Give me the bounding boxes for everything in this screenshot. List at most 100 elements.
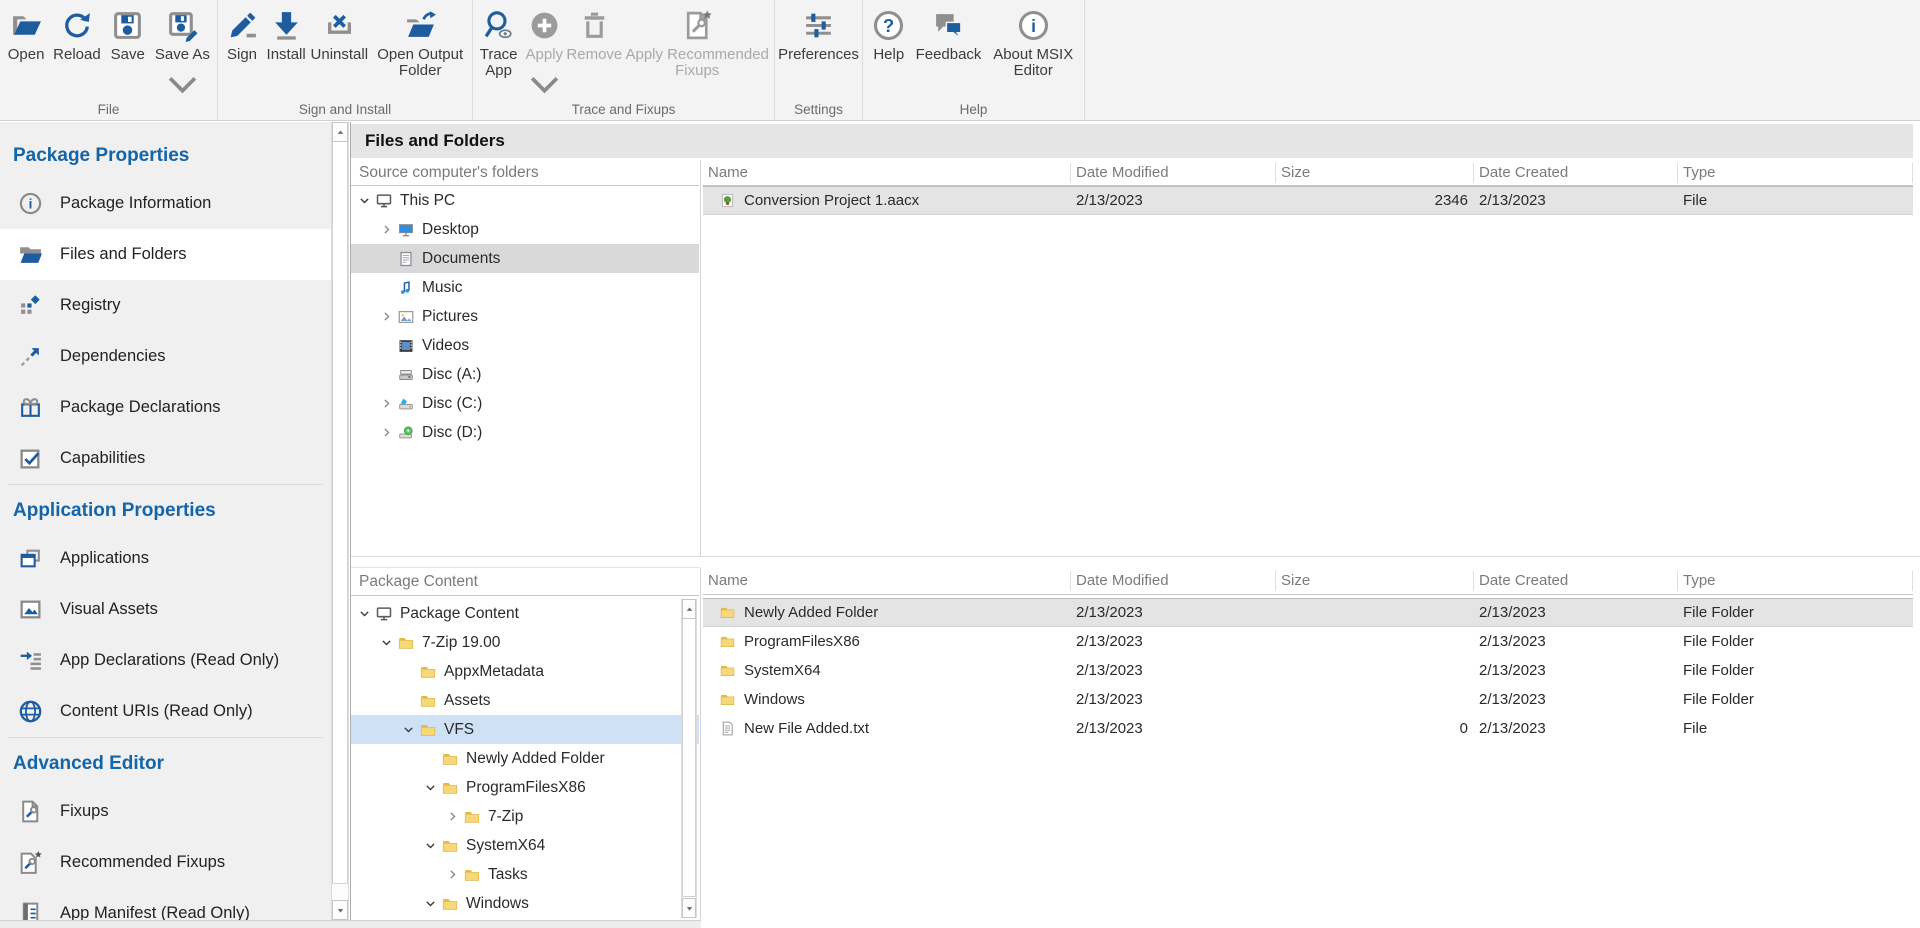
tree-item-newly-added-folder[interactable]: Newly Added Folder: [351, 744, 699, 773]
file-name-cell: New File Added.txt: [703, 720, 1071, 737]
expander-open[interactable]: [399, 723, 418, 736]
button-label: Apply Recommended Fixups: [625, 47, 769, 79]
column-header-name[interactable]: Name: [703, 571, 1071, 591]
sidebar-item-registry[interactable]: Registry: [0, 280, 331, 331]
sidebar-item-recommended-fixups[interactable]: Recommended Fixups: [0, 837, 331, 888]
tree-item-desktop[interactable]: Desktop: [351, 215, 699, 244]
tree-item-disc-c[interactable]: Disc (C:): [351, 389, 699, 418]
expander-collapsed[interactable]: [377, 310, 396, 323]
horizontal-splitter[interactable]: [351, 556, 1920, 557]
table-row[interactable]: Windows2/13/20232/13/2023File Folder: [703, 685, 1913, 714]
table-row[interactable]: Conversion Project 1.aacx2/13/202323462/…: [703, 186, 1913, 215]
sidebar-item-files-and-folders[interactable]: Files and Folders: [0, 229, 331, 280]
expander-open[interactable]: [421, 781, 440, 794]
expander-open[interactable]: [355, 607, 374, 620]
tree-item-pictures[interactable]: Pictures: [351, 302, 699, 331]
file-name-cell: ProgramFilesX86: [703, 633, 1071, 650]
sidebar-item-content-uris-read-only[interactable]: Content URIs (Read Only): [0, 686, 331, 737]
type-cell: File: [1678, 192, 1913, 209]
tree-item-package-content[interactable]: Package Content: [351, 599, 699, 628]
help-button[interactable]: ?Help: [867, 0, 911, 63]
tree-item-documents[interactable]: Documents: [351, 244, 699, 273]
ribbon-group-label: Trace and Fixups: [473, 102, 774, 117]
ribbon-group-label: File: [0, 102, 217, 117]
sidebar-scrollbar[interactable]: [331, 122, 349, 920]
trace-app-button[interactable]: Trace App: [475, 0, 522, 79]
sidebar-item-fixups[interactable]: Fixups: [0, 786, 331, 837]
tree-item-disc-d[interactable]: Disc (D:): [351, 418, 699, 447]
preferences-button[interactable]: Preferences: [777, 0, 860, 63]
folder-icon: [440, 779, 460, 797]
column-header-date-created[interactable]: Date Created: [1474, 163, 1678, 183]
tree-item-this-pc[interactable]: This PC: [351, 186, 699, 215]
sidebar-item-dependencies[interactable]: Dependencies: [0, 331, 331, 382]
expander-collapsed[interactable]: [377, 223, 396, 236]
column-header-date-modified[interactable]: Date Modified: [1071, 571, 1276, 591]
button-label: Open Output Folder: [373, 47, 467, 79]
column-header-name[interactable]: Name: [703, 163, 1071, 183]
tree-item-7-zip[interactable]: 7-Zip: [351, 802, 699, 831]
column-header-date-modified[interactable]: Date Modified: [1071, 163, 1276, 183]
sidebar-item-capabilities[interactable]: Capabilities: [0, 433, 331, 484]
column-header-type[interactable]: Type: [1678, 571, 1913, 591]
tree-item-programfilesx86[interactable]: ProgramFilesX86: [351, 773, 699, 802]
sidebar-item-applications[interactable]: Applications: [0, 533, 331, 584]
tree-item-7-zip-19-00[interactable]: 7-Zip 19.00: [351, 628, 699, 657]
applications-window-icon: [17, 546, 44, 571]
tree-item-assets[interactable]: Assets: [351, 686, 699, 715]
expander-collapsed[interactable]: [443, 868, 462, 881]
save-button[interactable]: Save: [106, 0, 150, 63]
column-header-size[interactable]: Size: [1276, 571, 1474, 591]
scrollbar-thumb[interactable]: [332, 141, 348, 884]
about-msix-editor-button[interactable]: iAbout MSIX Editor: [986, 0, 1080, 79]
expander-collapsed[interactable]: [377, 426, 396, 439]
expander-collapsed[interactable]: [443, 810, 462, 823]
tree-item-disc-a[interactable]: Disc (A:): [351, 360, 699, 389]
pane-splitter[interactable]: [700, 567, 701, 928]
tree-item-videos[interactable]: Videos: [351, 331, 699, 360]
sidebar-item-package-declarations[interactable]: Package Declarations: [0, 382, 331, 433]
scroll-down-button[interactable]: [682, 898, 696, 918]
sidebar-item-package-information[interactable]: iPackage Information: [0, 178, 331, 229]
column-header-type[interactable]: Type: [1678, 163, 1913, 183]
tree-item-music[interactable]: Music: [351, 273, 699, 302]
tree-item-tasks[interactable]: Tasks: [351, 860, 699, 889]
scroll-down-button[interactable]: [332, 900, 348, 920]
package-pane-header: Package Content: [351, 568, 699, 596]
install-button[interactable]: Install: [264, 0, 308, 63]
expander-open[interactable]: [421, 897, 440, 910]
table-row[interactable]: Newly Added Folder2/13/20232/13/2023File…: [703, 598, 1913, 627]
table-row[interactable]: ProgramFilesX862/13/20232/13/2023File Fo…: [703, 627, 1913, 656]
uninstall-button[interactable]: Uninstall: [308, 0, 370, 63]
tree-item-appxmetadata[interactable]: AppxMetadata: [351, 657, 699, 686]
package-tree-scrollbar[interactable]: [681, 599, 697, 918]
sign-button[interactable]: Sign: [220, 0, 264, 63]
scroll-up-button[interactable]: [332, 122, 348, 142]
scroll-up-button[interactable]: [682, 599, 696, 619]
horizontal-scrollbar-strip[interactable]: [0, 920, 701, 928]
app-declarations-list-icon: [17, 648, 44, 673]
sidebar-item-label: Fixups: [60, 802, 109, 821]
tree-item-vfs[interactable]: VFS: [351, 715, 699, 744]
expander-open[interactable]: [377, 636, 396, 649]
reload-button[interactable]: Reload: [50, 0, 104, 63]
up-arrow-icon: [684, 604, 695, 615]
feedback-button[interactable]: Feedback: [913, 0, 985, 63]
sidebar-item-visual-assets[interactable]: Visual Assets: [0, 584, 331, 635]
column-header-size[interactable]: Size: [1276, 163, 1474, 183]
expander-collapsed[interactable]: [377, 397, 396, 410]
save-as-button[interactable]: Save As: [152, 0, 213, 103]
scrollbar-thumb[interactable]: [682, 618, 696, 897]
open-button[interactable]: Open: [4, 0, 48, 63]
table-row[interactable]: SystemX642/13/20232/13/2023File Folder: [703, 656, 1913, 685]
tree-item-systemx64[interactable]: SystemX64: [351, 831, 699, 860]
open-output-folder-button[interactable]: Open Output Folder: [370, 0, 470, 79]
chev-down-icon: [358, 607, 371, 620]
expander-open[interactable]: [421, 839, 440, 852]
table-row[interactable]: New File Added.txt2/13/202302/13/2023Fil…: [703, 714, 1913, 743]
column-header-date-created[interactable]: Date Created: [1474, 571, 1678, 591]
tree-item-windows[interactable]: Windows: [351, 889, 699, 918]
sidebar-item-app-declarations-read-only[interactable]: App Declarations (Read Only): [0, 635, 331, 686]
pane-splitter[interactable]: [700, 160, 701, 556]
expander-open[interactable]: [355, 194, 374, 207]
